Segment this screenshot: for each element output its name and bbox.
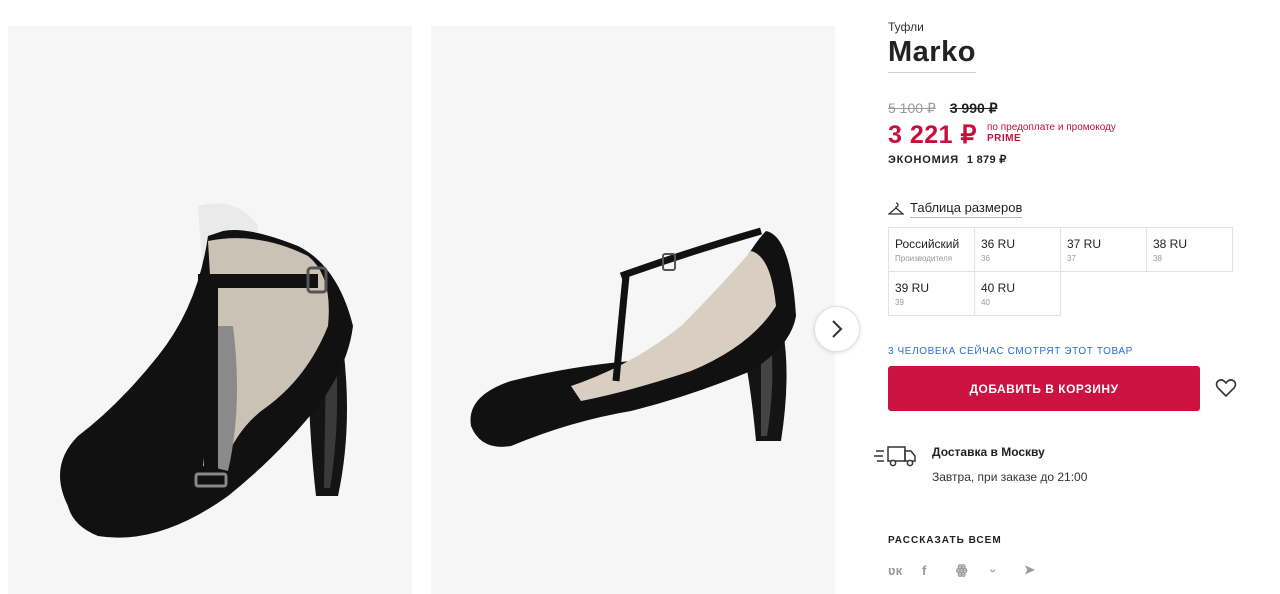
current-price: 3 221 ₽	[888, 121, 977, 149]
size-option-39[interactable]: 39 RU 39	[888, 271, 975, 316]
product-photo-1[interactable]	[8, 26, 412, 594]
old-prices: 5 100 ₽ 3 990 ₽	[888, 100, 998, 117]
shoe-image-side	[431, 26, 835, 594]
next-photo-button[interactable]	[814, 306, 860, 352]
vk-share-button[interactable]: ʋк	[888, 560, 922, 580]
product-category[interactable]: Туфли	[888, 20, 924, 34]
size-maker: 38	[1153, 254, 1162, 263]
size-maker: 39	[895, 298, 904, 307]
vk-icon: ʋк	[888, 562, 903, 578]
size-ru: 38 RU	[1153, 237, 1188, 251]
odnoklassniki-icon: ꙮ	[956, 562, 968, 577]
saving-value: 1 879 ₽	[966, 154, 1007, 166]
size-option-37[interactable]: 37 RU 37	[1060, 227, 1147, 272]
chevron-right-icon	[832, 320, 843, 338]
size-ru: 36 RU	[981, 237, 1016, 251]
promo-code: PRIME	[987, 133, 1022, 144]
size-ru: 37 RU	[1067, 237, 1102, 251]
promo-note-text: по предоплате и промокоду	[987, 122, 1116, 133]
twitter-share-button[interactable]: ➤	[1024, 560, 1058, 580]
original-price: 5 100 ₽	[888, 100, 936, 116]
sale-price: 3 990 ₽	[949, 100, 998, 116]
shoe-image-front	[8, 26, 412, 594]
odnoklassniki-share-button[interactable]: ꙮ	[956, 560, 990, 580]
saving: ЭКОНОМИЯ 1 879 ₽	[888, 153, 1007, 166]
share-title: РАССКАЗАТЬ ВСЕМ	[888, 535, 1002, 546]
hanger-icon	[888, 202, 904, 215]
product-photo-2[interactable]	[431, 26, 835, 594]
promo-note: по предоплате и промокоду PRIME	[987, 122, 1116, 144]
delivery-desc: Завтра, при заказе до 21:00	[932, 470, 1088, 484]
wishlist-button[interactable]	[1214, 376, 1238, 400]
moimir-icon: ᵕ	[990, 562, 996, 578]
social-links: ʋк f ꙮ ᵕ ➤	[888, 560, 1058, 580]
size-option-36[interactable]: 36 RU 36	[974, 227, 1061, 272]
size-option-38[interactable]: 38 RU 38	[1146, 227, 1233, 272]
heart-icon	[1215, 379, 1237, 398]
size-maker: 40	[981, 298, 990, 307]
saving-label: ЭКОНОМИЯ	[888, 154, 959, 166]
size-table-link[interactable]: Таблица размеров	[888, 200, 1023, 218]
size-maker: 36	[981, 254, 990, 263]
size-maker: 37	[1067, 254, 1076, 263]
size-ru: 40 RU	[981, 281, 1016, 295]
add-to-cart-button[interactable]: ДОБАВИТЬ В КОРЗИНУ	[888, 366, 1200, 411]
product-brand[interactable]: Marko	[888, 36, 976, 73]
size-ru: 39 RU	[895, 281, 930, 295]
delivery-title[interactable]: Доставка в Москву	[932, 445, 1045, 459]
size-grid: Российский Производителя 36 RU 36 37 RU …	[888, 227, 1240, 316]
size-table-label: Таблица размеров	[910, 200, 1023, 218]
size-header-main: Российский	[895, 237, 960, 251]
delivery-truck-icon	[874, 440, 918, 475]
size-header: Российский Производителя	[888, 227, 975, 272]
moimir-share-button[interactable]: ᵕ	[990, 560, 1024, 580]
size-option-40[interactable]: 40 RU 40	[974, 271, 1061, 316]
facebook-share-button[interactable]: f	[922, 560, 956, 580]
viewers-note: 3 ЧЕЛОВЕКА СЕЙЧАС СМОТРЯТ ЭТОТ ТОВАР	[888, 346, 1133, 357]
size-header-sub: Производителя	[895, 254, 953, 263]
twitter-icon: ➤	[1024, 562, 1035, 577]
facebook-icon: f	[922, 562, 927, 578]
